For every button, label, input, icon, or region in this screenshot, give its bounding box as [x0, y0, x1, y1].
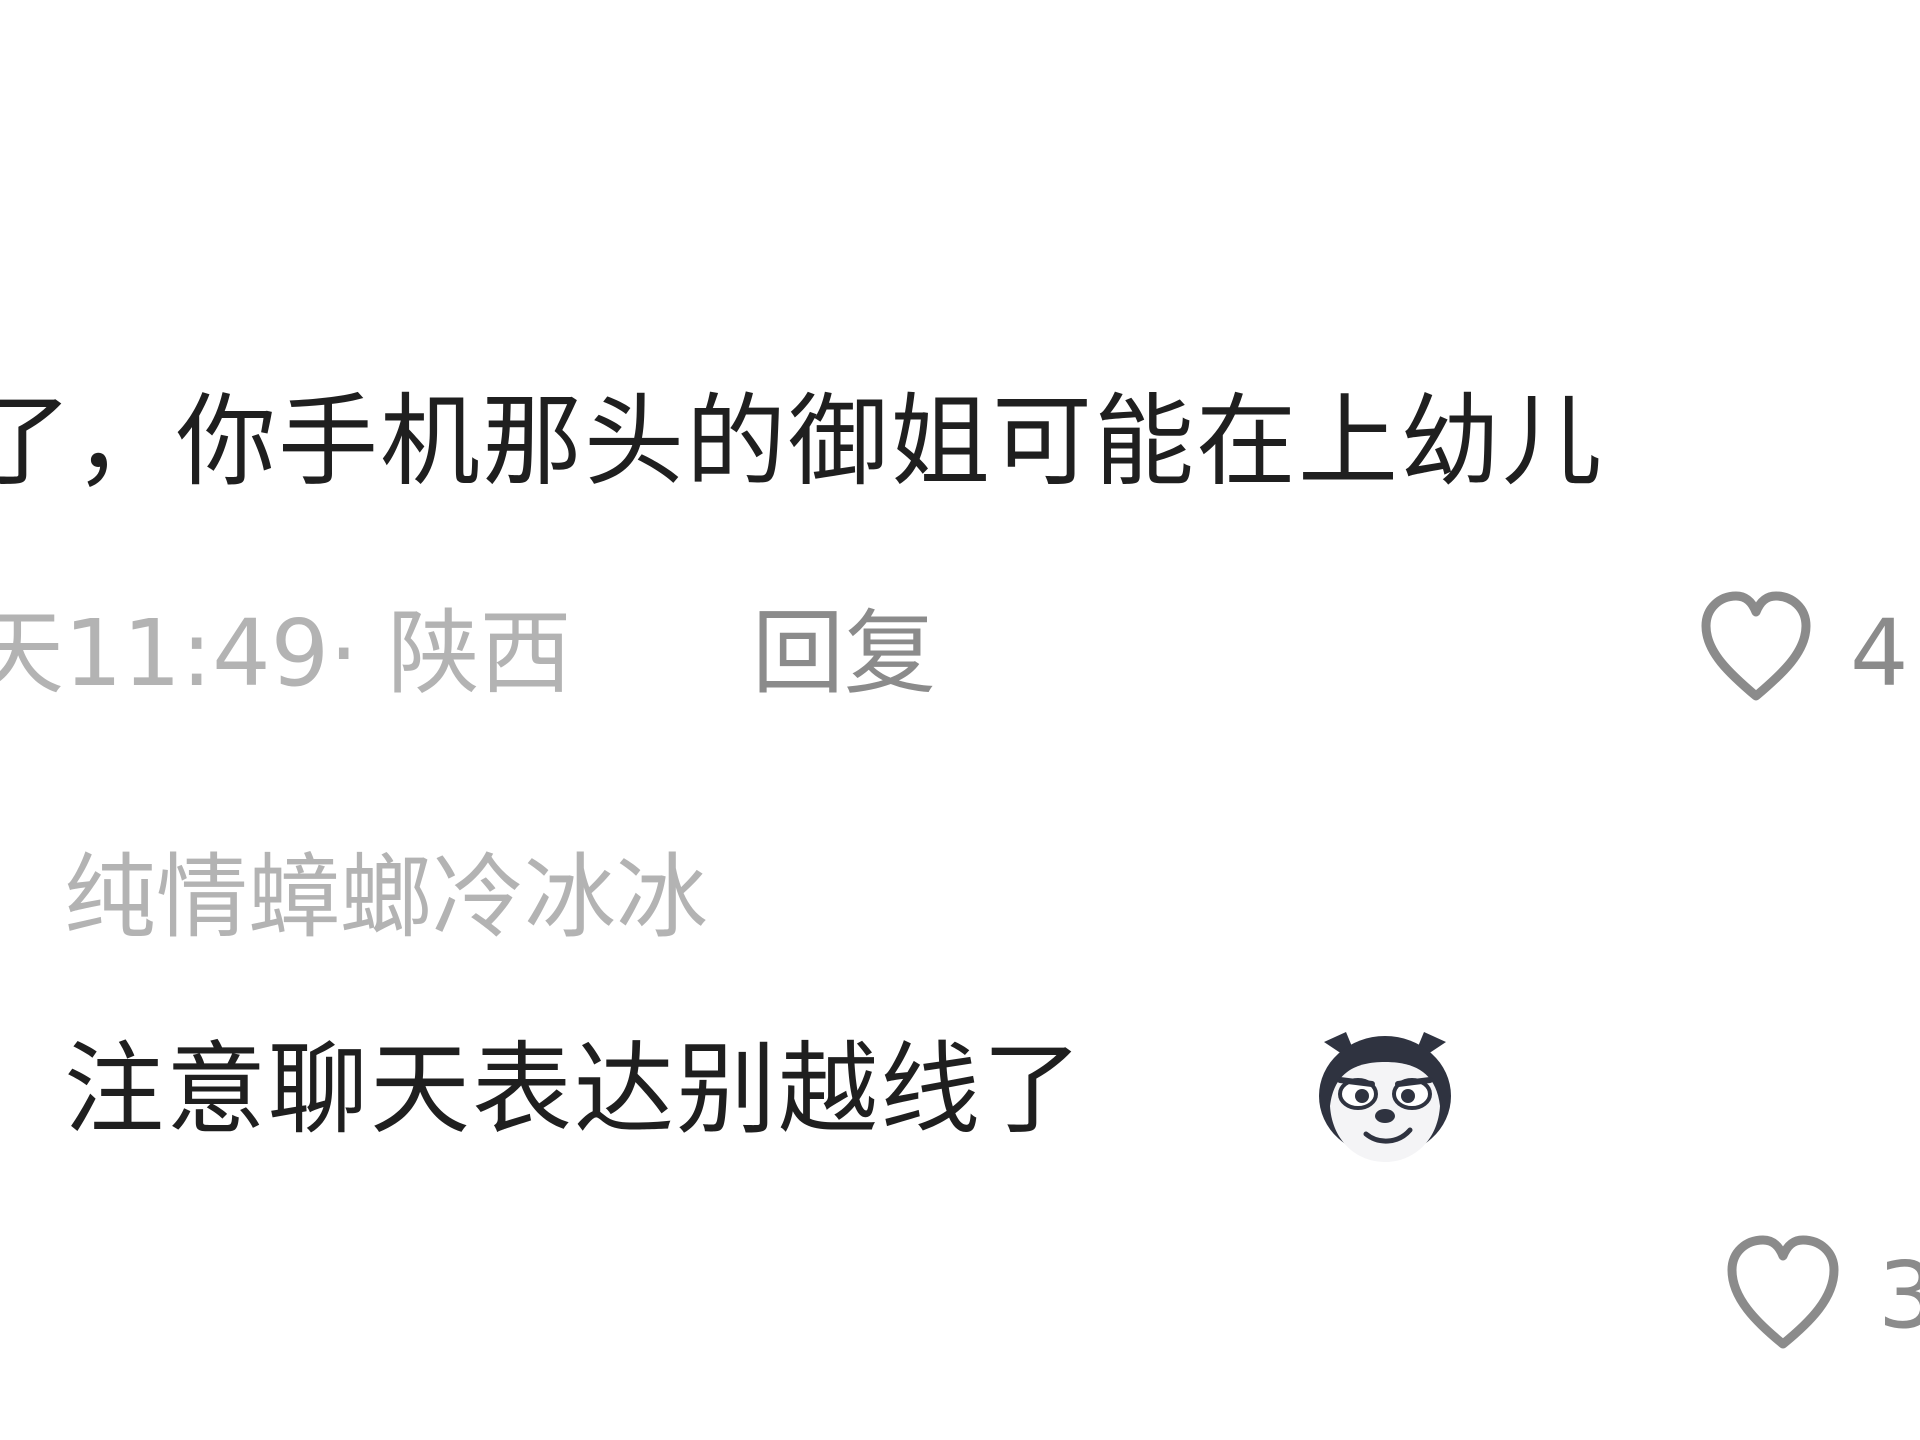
reply-button[interactable]: 回复: [752, 594, 936, 714]
comment-username[interactable]: 纯情蟑螂冷冰冰: [64, 838, 708, 958]
comment-timestamp-location: 天11:49· 陕西: [0, 600, 572, 707]
comment-text: 了，你手机那头的御姐可能在上幼儿: [0, 383, 1604, 500]
like-count: 3: [1878, 1242, 1920, 1349]
heart-outline-icon: [1701, 591, 1811, 701]
like-button[interactable]: [1718, 1230, 1848, 1356]
like-button[interactable]: [1692, 588, 1820, 708]
comment-text: 注意聊天表达别越线了: [64, 1031, 1084, 1148]
heart-outline-icon: [1727, 1235, 1839, 1349]
wolf-smirk-emoji-icon: [1306, 1012, 1464, 1170]
like-count: 4: [1850, 600, 1909, 707]
